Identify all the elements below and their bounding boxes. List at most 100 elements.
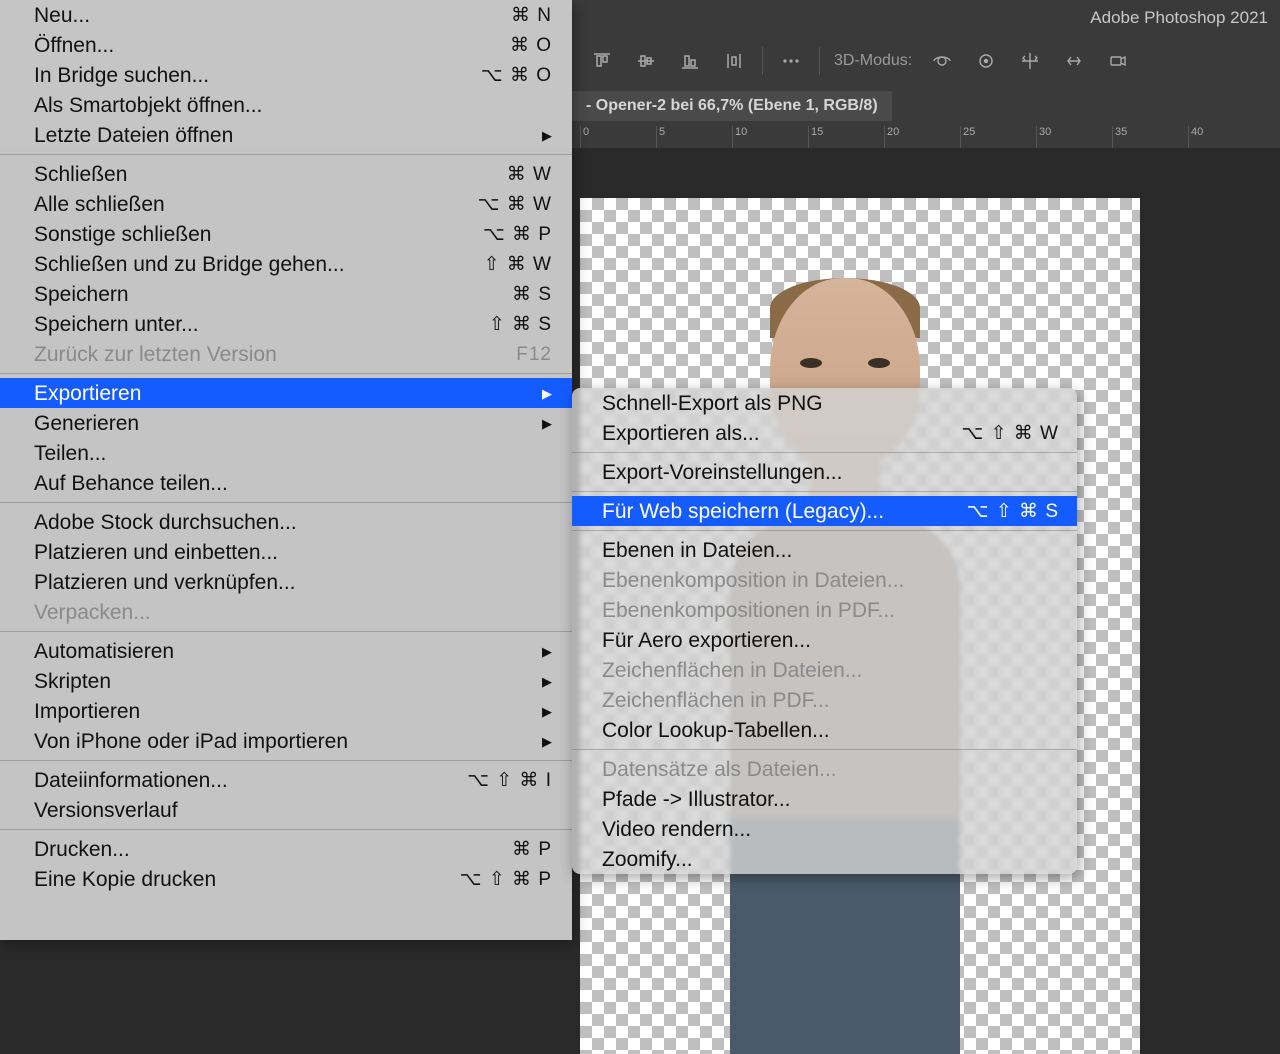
menu-item-label: Pfade -> Illustrator... (602, 785, 791, 814)
file-menu-item[interactable]: Neu...⌘ N (0, 0, 572, 30)
file-menu-item[interactable]: In Bridge suchen...⌥ ⌘ O (0, 60, 572, 90)
menu-item-label: Platzieren und verknüpfen... (34, 568, 296, 597)
file-menu-item[interactable]: Von iPhone oder iPad importieren▶ (0, 726, 572, 756)
toolbar-separator (762, 47, 763, 75)
export-menu-item[interactable]: Exportieren als... ⌥ ⇧ ⌘ W (572, 418, 1077, 448)
submenu-arrow-icon: ▶ (542, 409, 552, 438)
file-menu-item[interactable]: Versionsverlauf (0, 795, 572, 825)
menu-separator (572, 452, 1077, 453)
file-menu-item[interactable]: Drucken...⌘ P (0, 834, 572, 864)
slide-icon[interactable] (1052, 39, 1096, 83)
file-menu-item[interactable]: Speichern unter...⇧ ⌘ S (0, 309, 572, 339)
menu-item-label: Datensätze als Dateien... (602, 755, 837, 784)
menu-separator (0, 373, 572, 374)
file-menu[interactable]: Neu...⌘ NÖffnen...⌘ OIn Bridge suchen...… (0, 0, 572, 940)
menu-item-label: Öffnen... (34, 31, 114, 60)
file-menu-item[interactable]: Teilen... (0, 438, 572, 468)
export-submenu[interactable]: Schnell-Export als PNGExportieren als...… (572, 388, 1077, 874)
file-menu-item[interactable]: Exportieren▶ (0, 378, 572, 408)
file-menu-item[interactable]: Öffnen...⌘ O (0, 30, 572, 60)
menu-item-label: Export-Voreinstellungen... (602, 458, 842, 487)
align-vcenter-icon[interactable] (624, 39, 668, 83)
menu-item-label: Exportieren als... (602, 419, 760, 448)
export-menu-item[interactable]: Pfade -> Illustrator... (572, 784, 1077, 814)
menu-item-label: Auf Behance teilen... (34, 469, 228, 498)
menu-item-label: Automatisieren (34, 637, 174, 666)
file-menu-item[interactable]: Generieren▶ (0, 408, 572, 438)
export-menu-item: Zeichenflächen in PDF... (572, 685, 1077, 715)
menu-separator (0, 502, 572, 503)
export-menu-item[interactable]: Export-Voreinstellungen... (572, 457, 1077, 487)
menu-item-label: Skripten (34, 667, 111, 696)
ruler-tick: 35 (1112, 126, 1127, 148)
more-icon[interactable] (769, 39, 813, 83)
file-menu-item[interactable]: Schließen und zu Bridge gehen...⇧ ⌘ W (0, 249, 572, 279)
file-menu-item[interactable]: Letzte Dateien öffnen▶ (0, 120, 572, 150)
export-menu-item[interactable]: Ebenen in Dateien... (572, 535, 1077, 565)
menu-item-shortcut: ⌘ P (512, 835, 552, 864)
file-menu-item[interactable]: Dateiinformationen...⌥ ⇧ ⌘ I (0, 765, 572, 795)
file-menu-item[interactable]: Skripten▶ (0, 666, 572, 696)
align-top-icon[interactable] (580, 39, 624, 83)
file-menu-item[interactable]: Schließen ⌘ W (0, 159, 572, 189)
export-menu-item[interactable]: Für Web speichern (Legacy)...⌥ ⇧ ⌘ S (572, 496, 1077, 526)
menu-item-shortcut: ⌥ ⌘ W (478, 190, 552, 219)
file-menu-item[interactable]: Auf Behance teilen... (0, 468, 572, 498)
menu-separator (572, 491, 1077, 492)
file-menu-item: Verpacken... (0, 597, 572, 627)
menu-item-label: Ebenenkompositionen in PDF... (602, 596, 895, 625)
ruler-tick: 5 (656, 126, 665, 148)
menu-item-label: Versionsverlauf (34, 796, 178, 825)
menu-item-label: Zeichenflächen in PDF... (602, 686, 830, 715)
camera-icon[interactable] (1096, 39, 1140, 83)
align-bottom-icon[interactable] (668, 39, 712, 83)
menu-separator (572, 749, 1077, 750)
ruler-tick: 0 (580, 126, 589, 148)
menu-item-shortcut: ⌥ ⇧ ⌘ P (460, 865, 552, 894)
file-menu-item[interactable]: Alle schließen ⌥ ⌘ W (0, 189, 572, 219)
export-menu-item[interactable]: Für Aero exportieren... (572, 625, 1077, 655)
menu-item-label: Importieren (34, 697, 140, 726)
file-menu-item[interactable]: Importieren▶ (0, 696, 572, 726)
menu-item-shortcut: ⌘ W (507, 160, 552, 189)
menu-item-shortcut: ⌥ ⌘ P (483, 220, 552, 249)
file-menu-item[interactable]: Eine Kopie drucken⌥ ⇧ ⌘ P (0, 864, 572, 894)
orbit-icon[interactable] (920, 39, 964, 83)
submenu-arrow-icon: ▶ (542, 121, 552, 150)
pan-icon[interactable] (1008, 39, 1052, 83)
menu-item-label: Schnell-Export als PNG (602, 389, 823, 418)
menu-item-label: Als Smartobjekt öffnen... (34, 91, 262, 120)
document-tab[interactable]: - Opener-2 bei 66,7% (Ebene 1, RGB/8) (572, 91, 892, 121)
export-menu-item: Ebenenkomposition in Dateien... (572, 565, 1077, 595)
distribute-h-icon[interactable] (712, 39, 756, 83)
file-menu-item[interactable]: Speichern⌘ S (0, 279, 572, 309)
app-title: Adobe Photoshop 2021 (1090, 8, 1268, 28)
ruler-tick: 30 (1036, 126, 1051, 148)
menu-item-label: Für Web speichern (Legacy)... (602, 497, 884, 526)
menu-item-shortcut: ⌥ ⇧ ⌘ W (961, 419, 1059, 448)
rotate-icon[interactable] (964, 39, 1008, 83)
file-menu-item[interactable]: Automatisieren▶ (0, 636, 572, 666)
export-menu-item[interactable]: Color Lookup-Tabellen... (572, 715, 1077, 745)
file-menu-item[interactable]: Adobe Stock durchsuchen... (0, 507, 572, 537)
menu-item-label: Neu... (34, 1, 90, 30)
mode-label: 3D-Modus: (834, 52, 912, 70)
menu-item-label: Adobe Stock durchsuchen... (34, 508, 297, 537)
file-menu-item[interactable]: Sonstige schließen ⌥ ⌘ P (0, 219, 572, 249)
export-menu-item[interactable]: Video rendern... (572, 814, 1077, 844)
menu-item-label: Von iPhone oder iPad importieren (34, 727, 348, 756)
menu-item-label: Schließen (34, 160, 127, 189)
menu-item-label: Sonstige schließen (34, 220, 211, 249)
menu-item-label: Alle schließen (34, 190, 165, 219)
export-menu-item[interactable]: Zoomify... (572, 844, 1077, 874)
file-menu-item[interactable]: Als Smartobjekt öffnen... (0, 90, 572, 120)
menu-item-label: Video rendern... (602, 815, 751, 844)
menu-item-label: Ebenen in Dateien... (602, 536, 792, 565)
menu-item-label: Ebenenkomposition in Dateien... (602, 566, 904, 595)
file-menu-item[interactable]: Platzieren und einbetten... (0, 537, 572, 567)
export-menu-item[interactable]: Schnell-Export als PNG (572, 388, 1077, 418)
menu-separator (0, 760, 572, 761)
file-menu-item[interactable]: Platzieren und verknüpfen... (0, 567, 572, 597)
menu-item-label: Speichern unter... (34, 310, 199, 339)
menu-item-shortcut: ⌘ S (512, 280, 552, 309)
